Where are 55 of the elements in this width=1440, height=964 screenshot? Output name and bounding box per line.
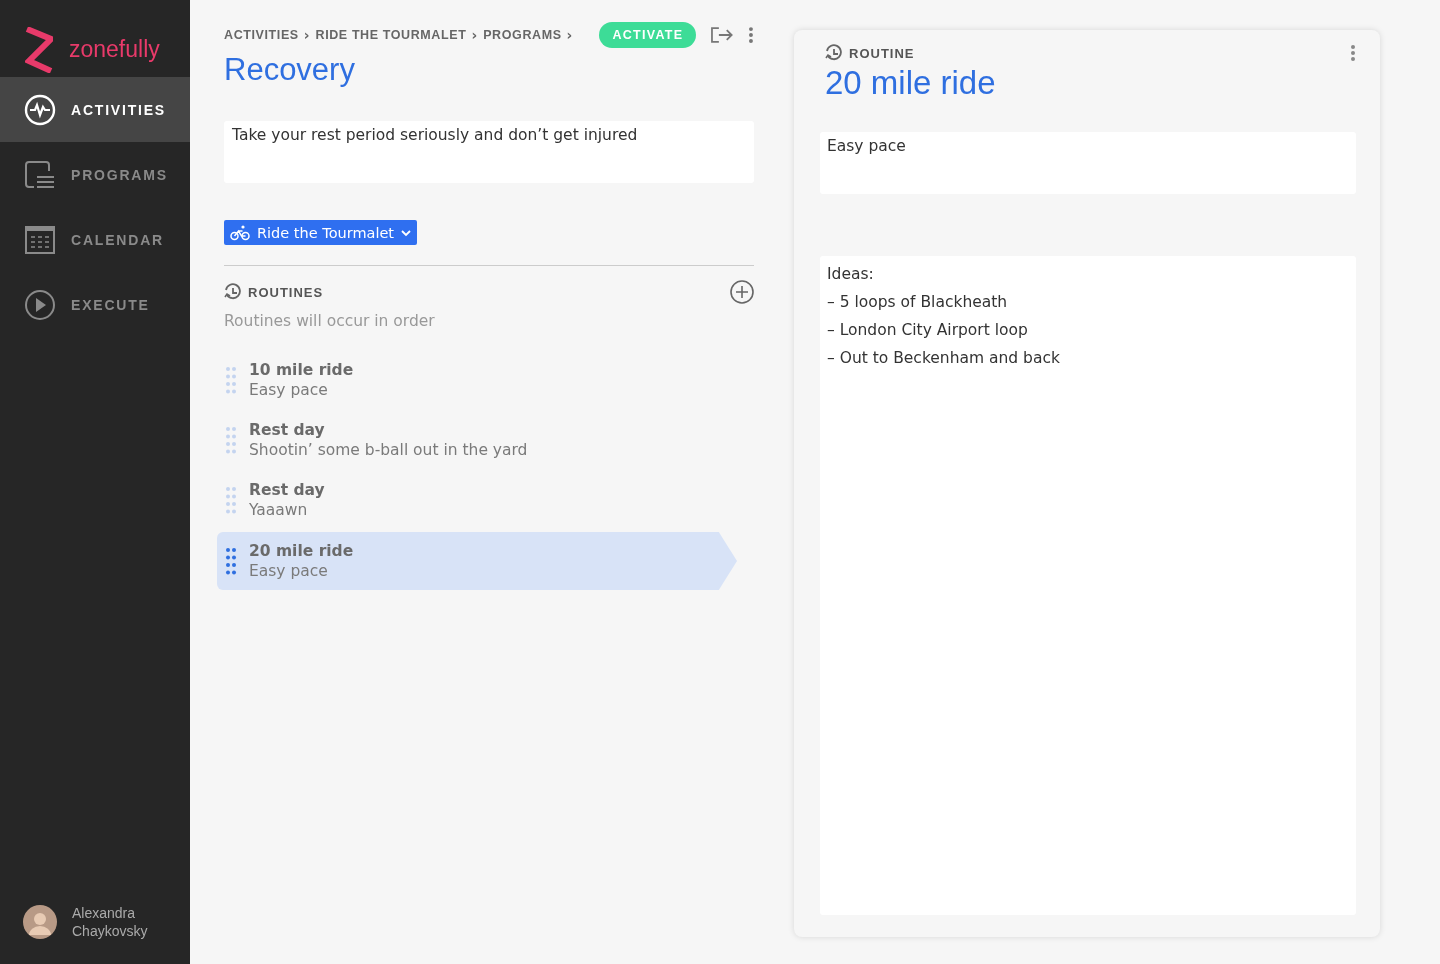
routine-item[interactable]: Rest day Shootin’ some b-ball out in the yard — [217, 410, 737, 470]
routine-description-field[interactable]: Easy pace — [820, 132, 1356, 194]
routine-title: 10 mile ride — [249, 361, 354, 379]
more-icon[interactable] — [1350, 44, 1356, 62]
breadcrumb-link[interactable]: RIDE THE TOURMALET — [315, 28, 467, 42]
program-dropdown[interactable]: Ride the Tourmalet — [224, 220, 418, 245]
history-icon — [825, 44, 843, 62]
breadcrumb-link[interactable]: ACTIVITIES — [224, 28, 299, 42]
notes-line: – Out to Beckenham and back — [827, 348, 1061, 369]
routine-subtitle: Yaaawn — [249, 501, 309, 519]
nav-item[interactable]: EXECUTE — [0, 272, 190, 337]
breadcrumb-link[interactable]: PROGRAMS — [483, 28, 562, 42]
routine-title: Rest day — [249, 421, 326, 439]
bicycle-icon — [230, 224, 250, 241]
pulse-icon — [24, 93, 56, 126]
routine-item[interactable]: 20 mile ride Easy pace — [217, 532, 737, 590]
nav-item[interactable]: ACTIVITIES — [0, 77, 190, 142]
routine-item[interactable]: Rest day Yaaawn — [217, 470, 737, 530]
nav-item[interactable]: CALENDAR — [0, 207, 190, 272]
notes-line: Ideas: — [827, 264, 875, 285]
notes-field[interactable]: Ideas: – 5 loops of Blackheath – London City Airport loop – Out to Beckenham and back — [820, 256, 1356, 915]
more-icon[interactable] — [748, 26, 754, 44]
caret-icon — [401, 228, 412, 237]
calendar-icon — [24, 223, 56, 256]
notes-line: – 5 loops of Blackheath — [827, 292, 1009, 313]
routine-subtitle: Easy pace — [249, 562, 329, 580]
routine-title: Rest day — [249, 481, 325, 499]
section-hint: Routines will occur in order — [224, 312, 436, 330]
drag-handle-icon — [225, 366, 237, 394]
user-name: Alexandra Chaykovsky — [72, 904, 149, 940]
logo-text: zonefully — [69, 36, 160, 63]
notes-line: – London City Airport loop — [827, 320, 1029, 341]
page-title: Recovery — [224, 52, 356, 88]
drag-handle-icon — [225, 426, 237, 454]
panel-label: ROUTINE — [849, 45, 915, 61]
routine-title: 20 mile ride — [249, 542, 354, 560]
routine-subtitle: Easy pace — [249, 381, 329, 399]
logo-icon — [25, 26, 53, 73]
play-icon — [24, 288, 56, 321]
breadcrumb-separator: › — [471, 27, 478, 43]
section-heading: ROUTINES — [248, 284, 324, 300]
add-icon[interactable] — [730, 280, 754, 304]
avatar-icon[interactable] — [23, 905, 57, 939]
routine-item[interactable]: 10 mile ride Easy pace — [217, 350, 737, 410]
breadcrumb-separator: › — [303, 27, 310, 43]
drag-handle-icon — [225, 486, 237, 514]
document-list-icon — [24, 158, 56, 191]
history-icon — [224, 283, 242, 301]
routine-title: 20 mile ride — [825, 64, 997, 102]
drag-handle-icon — [225, 547, 237, 575]
breadcrumb-separator: › — [566, 27, 573, 43]
routine-subtitle: Shootin’ some b-ball out in the yard — [249, 441, 528, 459]
nav-item[interactable]: PROGRAMS — [0, 142, 190, 207]
exit-icon[interactable] — [710, 26, 735, 44]
description-field[interactable]: Take your rest period seriously and don’t get injured — [224, 121, 754, 183]
